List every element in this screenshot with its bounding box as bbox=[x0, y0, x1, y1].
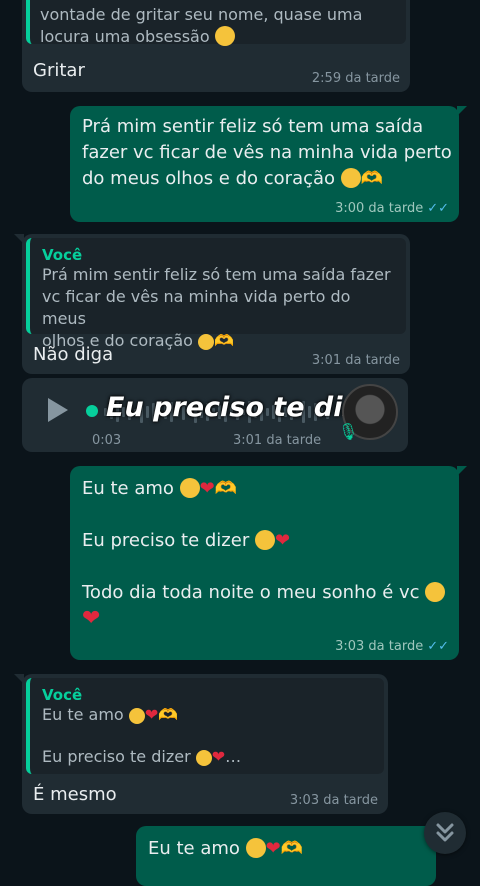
quoted-author: Você bbox=[42, 686, 83, 704]
red-heart-emoji: ❤ bbox=[265, 838, 281, 859]
message-text: Não diga bbox=[33, 344, 114, 365]
chevron-double-down-icon bbox=[436, 823, 454, 842]
recording-dot bbox=[86, 405, 98, 417]
outgoing-message[interactable]: Eu te amo ❤🫶 Eu preciso te dizer ❤ Todo … bbox=[70, 466, 467, 660]
message-time-text: 3:03 da tarde bbox=[335, 639, 424, 654]
outgoing-message[interactable]: Eu te amo ❤🫶 bbox=[136, 826, 444, 886]
outgoing-message[interactable]: Prá mim sentir feliz só tem uma saída fa… bbox=[70, 106, 467, 222]
mic-icon: 🎙 bbox=[338, 422, 359, 441]
message-time: 3:03 da tarde ✓✓ bbox=[335, 639, 449, 654]
ellipsis: … bbox=[225, 747, 242, 766]
read-receipt-icon: ✓✓ bbox=[427, 201, 449, 216]
bubble-tail bbox=[457, 466, 467, 476]
red-heart-emoji: ❤ bbox=[144, 705, 159, 724]
voice-message[interactable]: Eu preciso te dizer 0:03 3:01 da tarde 🎙 bbox=[22, 378, 408, 452]
message-line: fazer vc ficar de vês na minha vida pert… bbox=[82, 142, 452, 163]
incoming-message[interactable]: Você Eu te amo ❤🫶 Eu preciso te dizer ❤…… bbox=[14, 674, 388, 814]
message-time: 3:00 da tarde ✓✓ bbox=[335, 201, 449, 216]
quoted-line: vc ficar de vês na minha vida perto do m… bbox=[42, 287, 351, 328]
quoted-message[interactable]: Você Prá mim sentir feliz só tem uma saí… bbox=[26, 238, 406, 350]
bubble-tail bbox=[14, 674, 24, 684]
message-line: Eu preciso te dizer bbox=[82, 530, 250, 551]
red-heart-emoji: ❤ bbox=[199, 478, 215, 499]
bubble-tail bbox=[14, 234, 24, 244]
red-heart-emoji: ❤ bbox=[82, 606, 101, 631]
heart-hands-emoji: 🫶 bbox=[158, 705, 179, 724]
pensive-face-emoji bbox=[214, 26, 235, 46]
heart-hands-emoji: 🫶 bbox=[214, 478, 238, 499]
quoted-text: vontade de gritar seu nome, quase uma lo… bbox=[40, 5, 363, 46]
message-time: 3:01 da tarde bbox=[233, 433, 322, 448]
message-line: Eu te amo bbox=[148, 838, 240, 859]
red-heart-emoji: ❤ bbox=[211, 747, 226, 766]
quoted-line: Eu preciso te dizer bbox=[42, 747, 191, 766]
bubble-tail bbox=[457, 106, 467, 116]
smiling-face-with-hearts-emoji bbox=[179, 478, 200, 498]
heart-hands-emoji: 🫶 bbox=[280, 838, 304, 859]
heart-hands-emoji: 🫶 bbox=[214, 331, 234, 350]
message-time: 3:01 da tarde bbox=[311, 353, 400, 368]
scroll-to-bottom-button[interactable] bbox=[424, 812, 466, 854]
quoted-message[interactable]: vontade de gritar seu nome, quase uma lo… bbox=[26, 0, 406, 46]
voice-duration: 0:03 bbox=[92, 433, 122, 448]
message-time: 3:03 da tarde bbox=[289, 793, 378, 808]
message-time-text: 3:00 da tarde bbox=[335, 201, 424, 216]
play-icon[interactable] bbox=[48, 398, 68, 422]
message-line: Eu te amo bbox=[82, 478, 174, 499]
quoted-message[interactable]: Você Eu te amo ❤🫶 Eu preciso te dizer ❤… bbox=[26, 678, 384, 774]
pleading-face-emoji bbox=[198, 334, 214, 350]
message-line: Prá mim sentir feliz só tem uma saída bbox=[82, 116, 424, 137]
incoming-message[interactable]: Você Prá mim sentir feliz só tem uma saí… bbox=[14, 234, 410, 374]
smiling-face-with-hearts-emoji bbox=[245, 838, 266, 858]
pleading-face-emoji bbox=[340, 168, 361, 188]
message-time: 2:59 da tarde bbox=[311, 71, 400, 86]
incoming-message[interactable]: vontade de gritar seu nome, quase uma lo… bbox=[22, 0, 410, 92]
message-line: do meus olhos e do coração bbox=[82, 168, 336, 189]
message-text: Gritar bbox=[33, 60, 85, 81]
heart-hands-emoji: 🫶 bbox=[360, 168, 384, 189]
quoted-line: Prá mim sentir feliz só tem uma saída fa… bbox=[42, 265, 391, 284]
grinning-face-emoji bbox=[425, 582, 446, 602]
message-line: Todo dia toda noite o meu sonho é vc bbox=[82, 582, 420, 603]
red-heart-emoji: ❤ bbox=[274, 530, 291, 551]
smiling-face-emoji bbox=[195, 750, 212, 766]
smiling-face-emoji bbox=[254, 530, 275, 550]
message-text: É mesmo bbox=[33, 784, 117, 805]
smiling-face-with-hearts-emoji bbox=[128, 708, 145, 724]
quoted-author: Você bbox=[42, 246, 83, 264]
quoted-line: Eu te amo bbox=[42, 705, 124, 724]
read-receipt-icon: ✓✓ bbox=[427, 639, 449, 654]
